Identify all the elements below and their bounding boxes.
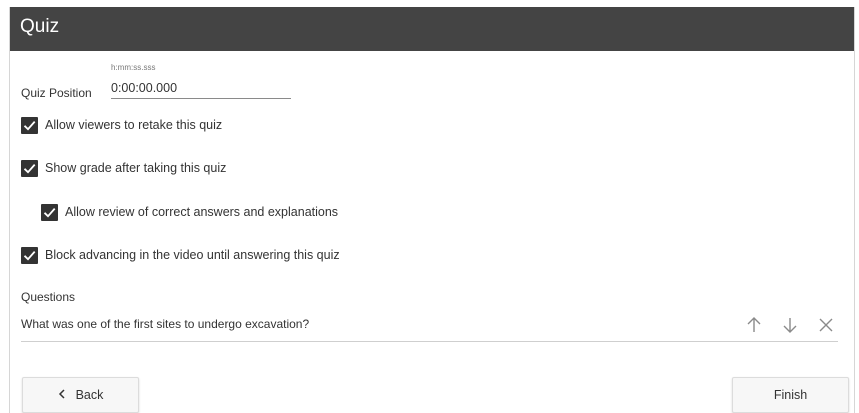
option-show-grade[interactable]: Show grade after taking this quiz	[21, 159, 226, 177]
quiz-title: Quiz	[20, 16, 60, 37]
option-label: Show grade after taking this quiz	[45, 161, 227, 175]
question-text: What was one of the first sites to under…	[21, 317, 310, 331]
back-label: Back	[75, 388, 104, 402]
finish-button[interactable]: Finish	[732, 377, 849, 413]
arrow-up-icon[interactable]	[744, 315, 764, 335]
quiz-position-input[interactable]	[111, 78, 291, 99]
option-label: Allow viewers to retake this quiz	[45, 118, 223, 132]
option-allow-review[interactable]: Allow review of correct answers and expl…	[41, 203, 338, 221]
quiz-header: Quiz	[10, 7, 854, 51]
quiz-panel: Quiz Quiz Position h:mm:ss.sss Allow vie…	[9, 7, 855, 413]
questions-heading: Questions	[21, 290, 76, 304]
checkbox[interactable]	[21, 246, 38, 264]
chevron-left-icon	[58, 388, 66, 402]
quiz-position-label: Quiz Position	[21, 86, 92, 100]
option-allow-retake[interactable]: Allow viewers to retake this quiz	[21, 116, 222, 134]
quiz-position-format-hint: h:mm:ss.sss	[111, 63, 156, 72]
back-button[interactable]: Back	[22, 377, 139, 413]
checkmark-icon	[23, 120, 36, 131]
arrow-down-icon[interactable]	[780, 315, 800, 335]
checkmark-icon	[23, 163, 36, 174]
checkbox[interactable]	[21, 116, 38, 134]
checkbox[interactable]	[21, 159, 38, 177]
question-row[interactable]: What was one of the first sites to under…	[21, 309, 838, 342]
option-label: Block advancing in the video until answe…	[45, 248, 340, 262]
checkbox[interactable]	[41, 203, 58, 221]
finish-label: Finish	[773, 388, 808, 402]
checkmark-icon	[23, 250, 36, 261]
option-label: Allow review of correct answers and expl…	[65, 205, 339, 219]
checkmark-icon	[43, 207, 56, 218]
close-icon[interactable]	[816, 315, 836, 335]
option-block-advancing[interactable]: Block advancing in the video until answe…	[21, 246, 340, 264]
